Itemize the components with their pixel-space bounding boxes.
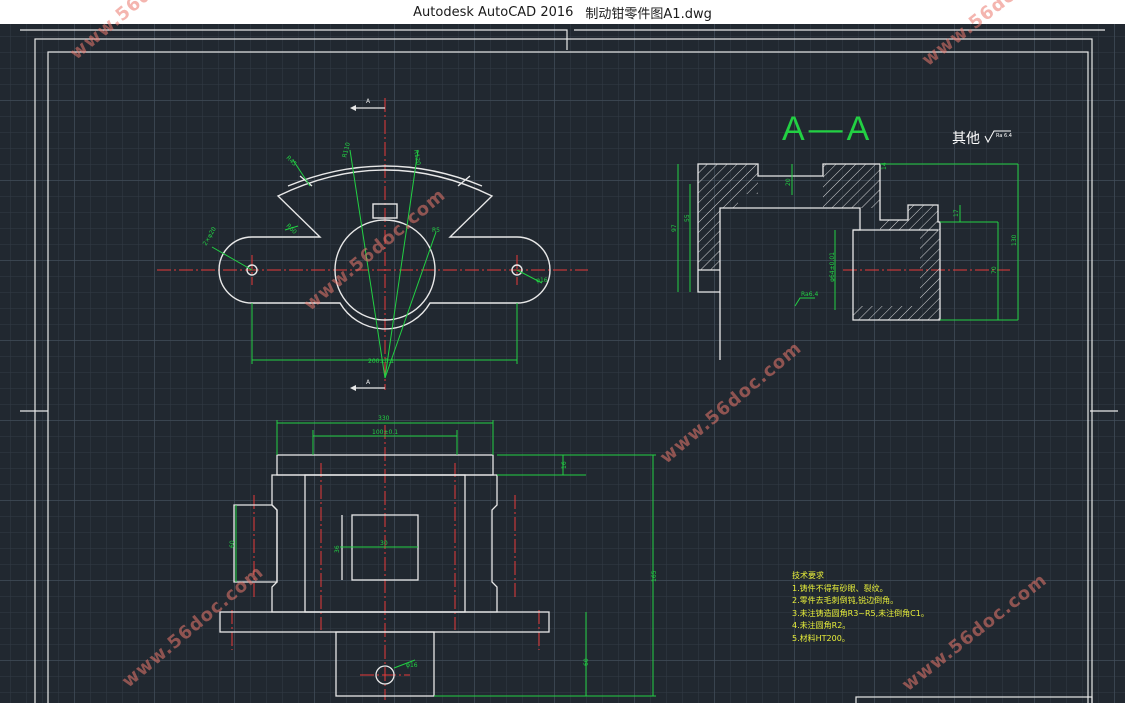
front-view-dim-labels: 330 100±0.1 165 16 60 60 30 36 φ16 [229, 415, 658, 669]
sec-dim-bore: φ64±0.01 [829, 252, 836, 282]
window-titlebar: Autodesk AutoCAD 2016 制动钳零件图A1.dwg [0, 0, 1125, 24]
roughness-symbol-icon: Ra 6.4 [985, 130, 1012, 144]
tech-req-item: 1.铸件不得有砂眼、裂纹。 [792, 583, 888, 593]
roughness-value: Ra 6.4 [996, 133, 1012, 139]
sec-dim-70: 70 [991, 266, 998, 274]
tech-req-item: 5.材料HT200。 [792, 633, 850, 643]
sec-dim-20: 20 [785, 178, 792, 186]
top-view-dimensions [211, 149, 543, 379]
front-dim-60: 60 [229, 540, 236, 548]
front-dim-16: 16 [561, 461, 568, 469]
app-title: Autodesk AutoCAD 2016 [413, 4, 574, 20]
file-name: 制动钳零件图A1.dwg [585, 6, 712, 22]
dim-hole-right: φ16 [536, 277, 548, 284]
front-dim-30: 30 [380, 540, 388, 547]
front-view-dimensions [235, 420, 656, 697]
front-dim-36: 36 [334, 545, 341, 553]
cut-mark-bottom: A [366, 379, 371, 386]
tech-req-heading: 技术要求 [792, 571, 824, 580]
drawing-canvas[interactable]: 200±0.1 R110 R120 2×φ20 φ16 R5 R45 R60 A… [0, 0, 1125, 703]
section-hatching [698, 164, 940, 320]
dim-center-r: R5 [432, 227, 440, 234]
technical-requirements: 技术要求 1.铸件不得有砂眼、裂纹。 2.零件去毛刺倒钝,锐边倒角。 3.未注铸… [792, 570, 929, 645]
section-title: A—A [782, 110, 874, 148]
sec-dim-97: 97 [671, 224, 678, 232]
dim-slot: R45 [285, 154, 298, 167]
tech-req-item: 4.未注圆角R2。 [792, 621, 851, 630]
tech-req-item: 3.未注铸造圆角R3~R5,未注倒角C1。 [792, 608, 929, 618]
cad-drawing[interactable]: 200±0.1 R110 R120 2×φ20 φ16 R5 R45 R60 A… [0, 24, 1125, 703]
dim-arc-r2: R120 [412, 149, 422, 166]
front-dim-hole: φ16 [406, 662, 418, 669]
cut-mark-top: A [366, 98, 371, 105]
roughness-label: 其他 [952, 131, 980, 147]
sec-dim-55: 55 [684, 214, 691, 222]
front-dim-60b: 60 [583, 658, 590, 666]
dim-left-r: R60 [285, 222, 298, 235]
general-roughness: 其他 Ra 6.4 [952, 128, 1012, 148]
front-dim-100: 100±0.1 [372, 429, 398, 436]
sec-dim-14: 14 [881, 162, 888, 170]
dim-hole-left: 2×φ20 [202, 226, 218, 247]
sec-dim-17: 17 [953, 209, 960, 217]
front-view[interactable]: 330 100±0.1 165 16 60 60 30 36 φ16 [219, 415, 658, 700]
front-dim-165: 165 [651, 570, 658, 582]
dim-span-label: 200±0.1 [368, 358, 394, 365]
front-dim-330: 330 [378, 415, 390, 422]
tech-req-item: 2.零件去毛刺倒钝,锐边倒角。 [792, 596, 899, 605]
sec-roughness: Ra6.4 [801, 291, 818, 298]
sec-dim-130: 130 [1011, 234, 1018, 246]
section-view[interactable]: 97 55 φ64±0.01 130 70 20 17 14 Ra6.4 [671, 162, 1019, 360]
